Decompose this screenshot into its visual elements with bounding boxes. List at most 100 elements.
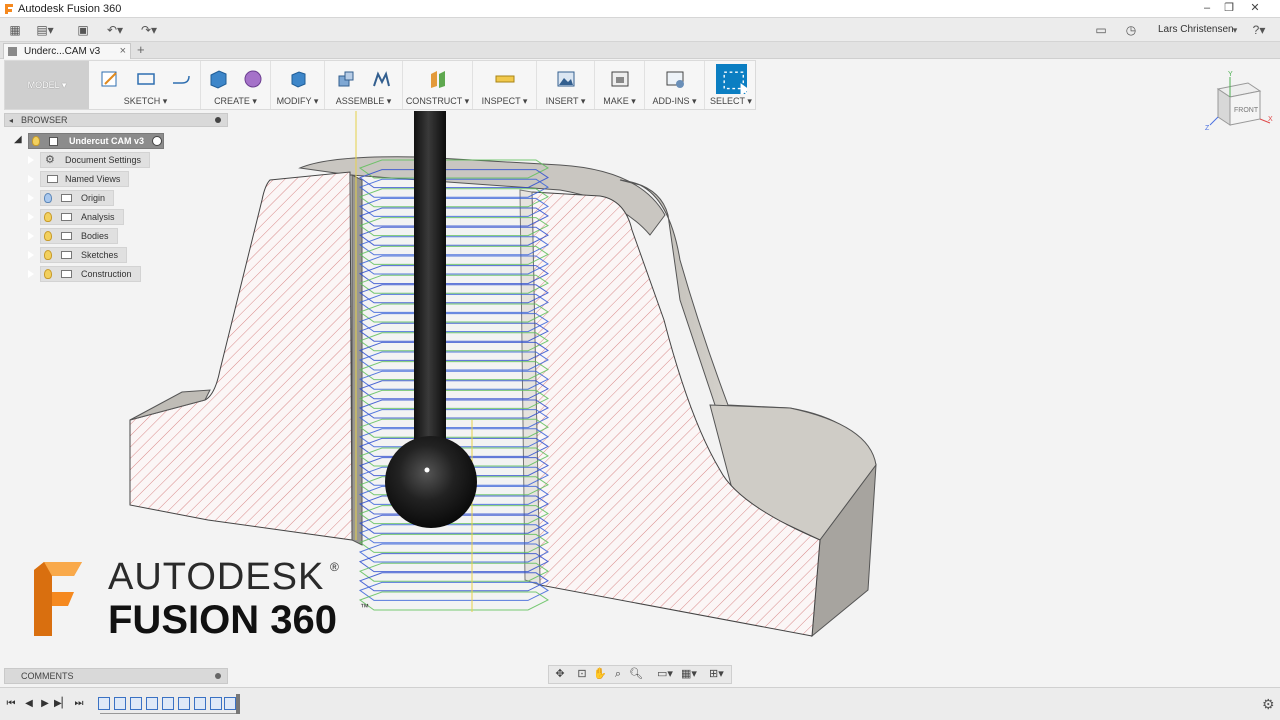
browser-item-pill[interactable]: ⚙ Document Settings — [40, 152, 151, 168]
line-icon[interactable] — [170, 68, 192, 90]
modify-group[interactable]: MODIFY ▾ — [271, 61, 325, 109]
undo-icon[interactable]: ↶▾ — [104, 21, 126, 39]
display-settings-icon[interactable]: ▭▾ — [657, 668, 673, 681]
visibility-bulb-icon[interactable] — [44, 193, 52, 203]
browser-item-pill[interactable]: Analysis — [40, 209, 124, 225]
expand-root-icon[interactable]: ◢ — [14, 134, 22, 145]
timeline-feature[interactable] — [162, 697, 174, 710]
browser-item-construction[interactable]: Construction — [4, 265, 228, 284]
browser-item-analysis[interactable]: Analysis — [4, 208, 228, 227]
browser-item-origin[interactable]: Origin — [4, 189, 228, 208]
timeline-feature[interactable] — [178, 697, 190, 710]
rectangle-icon[interactable] — [135, 68, 157, 90]
go-to-start-icon[interactable]: ⏮ — [4, 697, 18, 711]
browser-root-node[interactable]: ◢ Undercut CAM v3 — [4, 132, 228, 151]
sketch-group[interactable]: SKETCH ▾ — [91, 61, 201, 109]
look-at-icon[interactable]: ⊡ — [575, 668, 589, 681]
zoom-icon[interactable]: ⌕ — [611, 668, 625, 681]
browser-item-sketches[interactable]: Sketches — [4, 246, 228, 265]
viewcube-front-face[interactable]: FRONT — [1234, 107, 1259, 114]
grid-settings-icon[interactable]: ▦▾ — [681, 668, 697, 681]
visibility-bulb-icon[interactable] — [44, 212, 52, 222]
restore-icon[interactable]: ❐ — [1218, 0, 1240, 16]
visibility-bulb-icon[interactable] — [44, 250, 52, 260]
offset-plane-icon[interactable] — [427, 68, 449, 90]
play-icon[interactable]: ▶ — [38, 697, 52, 711]
viewcube[interactable]: FRONT Y X Z — [1204, 67, 1276, 131]
create-sketch-icon[interactable] — [99, 68, 121, 90]
workspace-switcher[interactable]: MODEL ▾ — [5, 61, 89, 109]
file-menu-icon[interactable]: ▤▾ — [34, 21, 56, 39]
notifications-icon[interactable]: ▭ — [1090, 21, 1112, 39]
browser-item-pill[interactable]: Construction — [40, 266, 141, 282]
browser-item-document-settings[interactable]: ⚙ Document Settings — [4, 151, 228, 170]
browser-item-named-views[interactable]: Named Views — [4, 170, 228, 189]
measure-icon[interactable] — [494, 68, 516, 90]
data-panel-grid-icon[interactable]: ▦ — [4, 21, 26, 39]
comments-panel[interactable]: COMMENTS — [4, 668, 228, 684]
user-dropdown-icon[interactable]: ▾ — [1224, 21, 1246, 39]
press-pull-icon[interactable] — [287, 68, 309, 90]
select-group[interactable]: SELECT ▾ — [705, 61, 757, 109]
select-cursor-icon[interactable] — [715, 64, 747, 94]
expand-icon[interactable] — [27, 155, 34, 165]
new-tab-icon[interactable]: + — [137, 42, 145, 57]
activate-radio-icon[interactable] — [152, 136, 162, 146]
create-group[interactable]: CREATE ▾ — [201, 61, 271, 109]
expand-icon[interactable] — [27, 212, 34, 222]
timeline-feature[interactable] — [114, 697, 126, 710]
browser-item-pill[interactable]: Sketches — [40, 247, 128, 263]
step-back-icon[interactable]: ◀ — [22, 697, 36, 711]
make-group[interactable]: MAKE ▾ — [595, 61, 645, 109]
expand-icon[interactable] — [27, 231, 34, 241]
browser-item-pill[interactable]: Origin — [40, 190, 115, 206]
pin-icon[interactable] — [215, 117, 221, 123]
step-forward-icon[interactable]: ▶▏ — [54, 697, 69, 711]
redo-icon[interactable]: ↷▾ — [138, 21, 160, 39]
visibility-bulb-icon[interactable] — [44, 269, 52, 279]
collapse-icon[interactable]: ◂ — [9, 114, 13, 127]
document-tab[interactable]: Underc...CAM v3 × — [3, 43, 131, 59]
insert-group[interactable]: INSERT ▾ — [537, 61, 595, 109]
browser-header[interactable]: ◂ BROWSER — [4, 113, 228, 127]
timeline-feature[interactable] — [194, 697, 206, 710]
fit-zoom-icon[interactable]: 🔍︎ — [629, 668, 643, 681]
timeline-feature[interactable] — [224, 697, 236, 710]
browser-item-pill[interactable]: Named Views — [40, 171, 130, 187]
expand-icon[interactable] — [27, 193, 34, 203]
user-account-menu[interactable]: Lars Christensen — [1158, 24, 1234, 35]
close-tab-icon[interactable]: × — [120, 44, 126, 59]
expand-icon[interactable] — [27, 250, 34, 260]
new-component-icon[interactable] — [335, 68, 357, 90]
extrude-box-icon[interactable] — [207, 68, 229, 90]
pan-hand-icon[interactable]: ✋ — [593, 668, 607, 681]
timeline-feature[interactable] — [146, 697, 158, 710]
timeline-feature[interactable] — [98, 697, 110, 710]
insert-image-icon[interactable] — [555, 68, 577, 90]
timeline-feature[interactable] — [130, 697, 142, 710]
expand-icon[interactable] — [27, 269, 34, 279]
job-status-clock-icon[interactable]: ◷ — [1120, 21, 1142, 39]
form-sphere-icon[interactable] — [242, 68, 264, 90]
add-ins-group[interactable]: ADD-INS ▾ — [645, 61, 705, 109]
inspect-group[interactable]: INSPECT ▾ — [473, 61, 537, 109]
visibility-bulb-icon[interactable] — [32, 136, 40, 146]
viewports-icon[interactable]: ⊞▾ — [709, 668, 724, 681]
orbit-icon[interactable]: ✥ — [553, 668, 567, 681]
minimize-button[interactable]: – — [1196, 0, 1218, 16]
construct-group[interactable]: CONSTRUCT ▾ — [403, 61, 473, 109]
root-component[interactable]: Undercut CAM v3 — [28, 133, 164, 149]
save-icon[interactable]: ▣ — [72, 21, 94, 39]
help-icon[interactable]: ?▾ — [1248, 21, 1270, 39]
scripts-add-ins-icon[interactable] — [664, 68, 686, 90]
close-button[interactable]: ✕ — [1244, 0, 1266, 16]
browser-item-pill[interactable]: Bodies — [40, 228, 118, 244]
joint-icon[interactable] — [370, 68, 392, 90]
visibility-bulb-icon[interactable] — [44, 231, 52, 241]
timeline-settings-gear-icon[interactable]: ⚙ — [1262, 696, 1275, 713]
expand-icon[interactable] — [27, 174, 34, 184]
go-to-end-icon[interactable]: ⏭ — [72, 697, 86, 711]
add-comment-icon[interactable] — [215, 673, 221, 679]
assemble-group[interactable]: ASSEMBLE ▾ — [325, 61, 403, 109]
timeline-feature[interactable] — [210, 697, 222, 710]
